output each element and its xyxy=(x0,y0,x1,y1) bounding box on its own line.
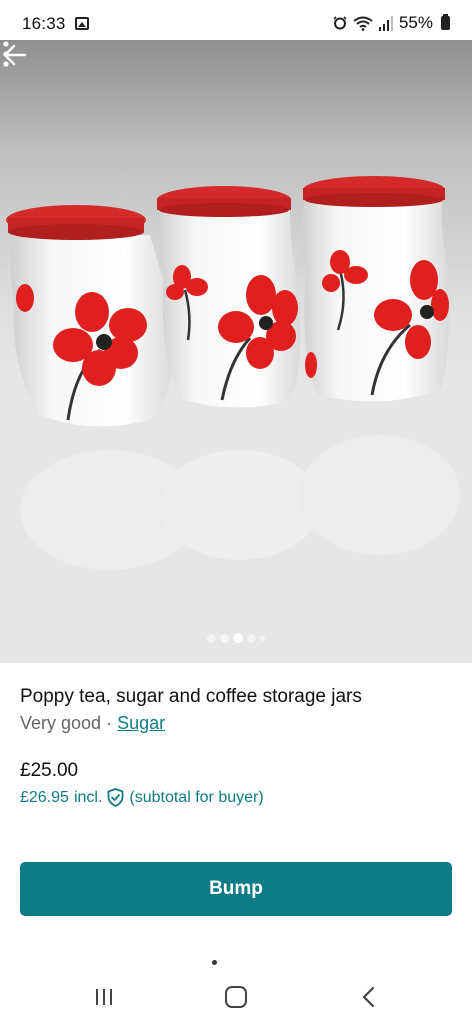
listing-title: Poppy tea, sugar and coffee storage jars xyxy=(20,686,362,707)
buyer-note: (subtotal for buyer) xyxy=(129,788,264,806)
listing-photo[interactable] xyxy=(0,40,472,663)
status-icons: 55% xyxy=(333,13,450,33)
scroll-indicator-dot xyxy=(212,960,217,965)
jar-middle xyxy=(157,186,301,408)
home-icon[interactable] xyxy=(225,986,247,1008)
more-vertical-icon[interactable] xyxy=(0,40,12,70)
nav-back-icon[interactable] xyxy=(360,986,376,1008)
pagination-dot-active[interactable] xyxy=(233,633,243,643)
brand-link[interactable]: Sugar xyxy=(117,713,165,733)
battery-percentage: 55% xyxy=(398,13,433,32)
wifi-icon xyxy=(353,16,373,31)
jar-right xyxy=(301,176,449,402)
status-time: 16:33 xyxy=(22,14,66,33)
recents-icon[interactable] xyxy=(94,987,114,1007)
buyer-price-row[interactable]: £26.95 incl. (subtotal for buyer) xyxy=(20,788,264,807)
alarm-icon xyxy=(333,16,347,30)
pagination-dot[interactable] xyxy=(260,635,265,641)
status-bar: 16:33 55% xyxy=(0,0,472,40)
buyer-incl: incl. xyxy=(73,788,103,806)
battery-icon xyxy=(441,14,450,30)
shield-check-icon[interactable] xyxy=(107,788,124,807)
listing-subline: Very good · Sugar xyxy=(20,713,165,734)
separator: · xyxy=(101,713,118,733)
bump-button[interactable]: Bump xyxy=(20,862,452,916)
gallery-icon xyxy=(75,17,89,30)
jar-left xyxy=(6,205,174,427)
pagination-dot[interactable] xyxy=(220,633,229,643)
system-nav-bar xyxy=(0,972,472,1024)
buyer-price: £26.95 xyxy=(20,788,69,806)
pagination-dot[interactable] xyxy=(247,633,256,643)
pagination-dot[interactable] xyxy=(207,633,216,643)
condition-text: Very good xyxy=(20,713,102,733)
jars-photo-image xyxy=(0,176,472,663)
signal-icon xyxy=(378,15,393,31)
item-price: £25.00 xyxy=(20,760,79,781)
photo-pagination-dots xyxy=(0,633,472,643)
